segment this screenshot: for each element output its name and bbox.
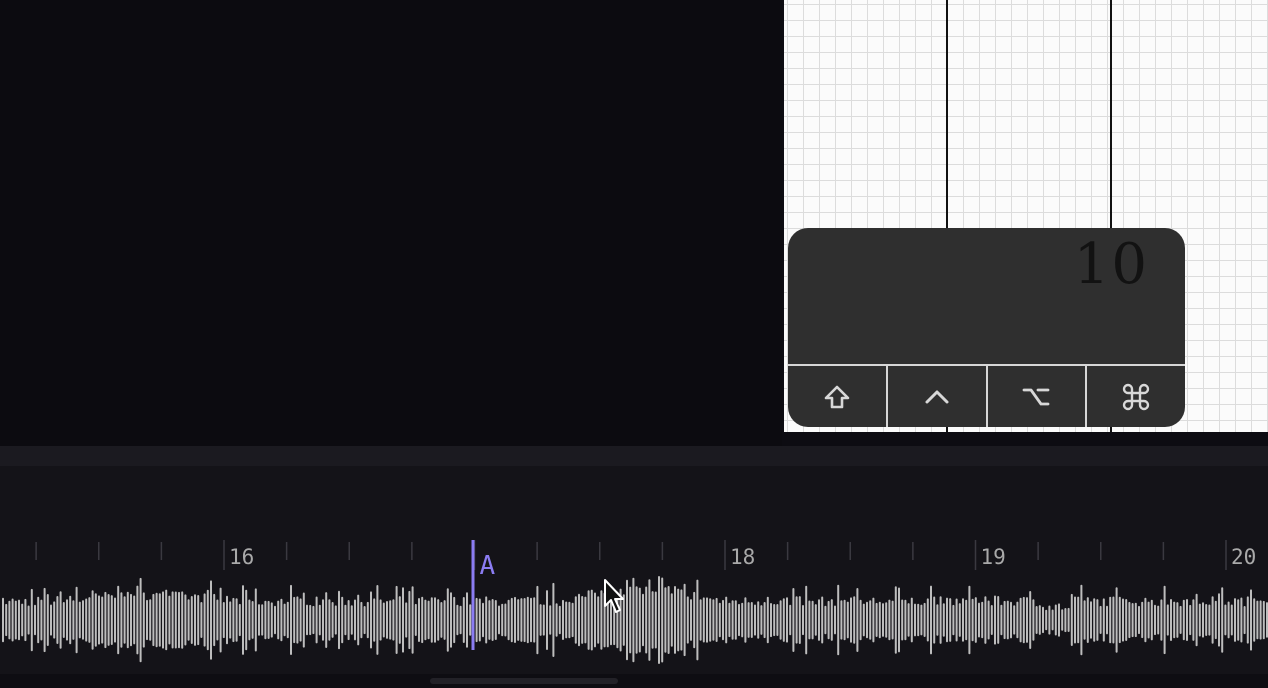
marker-line[interactable]	[471, 540, 475, 650]
timeline-scrollbar[interactable]	[0, 674, 1268, 688]
command-key[interactable]	[1085, 366, 1185, 427]
audio-timeline[interactable]: 516181920 A	[0, 446, 1268, 688]
timeline-scrollbar-thumb[interactable]	[430, 678, 618, 684]
marker-label[interactable]: A	[480, 551, 496, 581]
mouse-cursor-icon	[604, 579, 624, 613]
keypad-display: 10	[1073, 232, 1149, 297]
timeline-header-bar	[0, 446, 1268, 466]
shift-key[interactable]	[788, 366, 886, 427]
option-key[interactable]	[985, 366, 1086, 427]
grid-preview-panel: 10	[784, 0, 1268, 432]
modifier-keys-row	[788, 364, 1185, 427]
marker-layer: A	[471, 540, 496, 650]
control-key[interactable]	[885, 366, 986, 427]
option-icon	[1021, 385, 1051, 409]
command-icon	[1122, 383, 1150, 411]
video-preview	[0, 0, 782, 446]
modifier-keypad: 10	[788, 228, 1185, 427]
shift-icon	[823, 384, 851, 410]
control-icon	[923, 386, 951, 408]
